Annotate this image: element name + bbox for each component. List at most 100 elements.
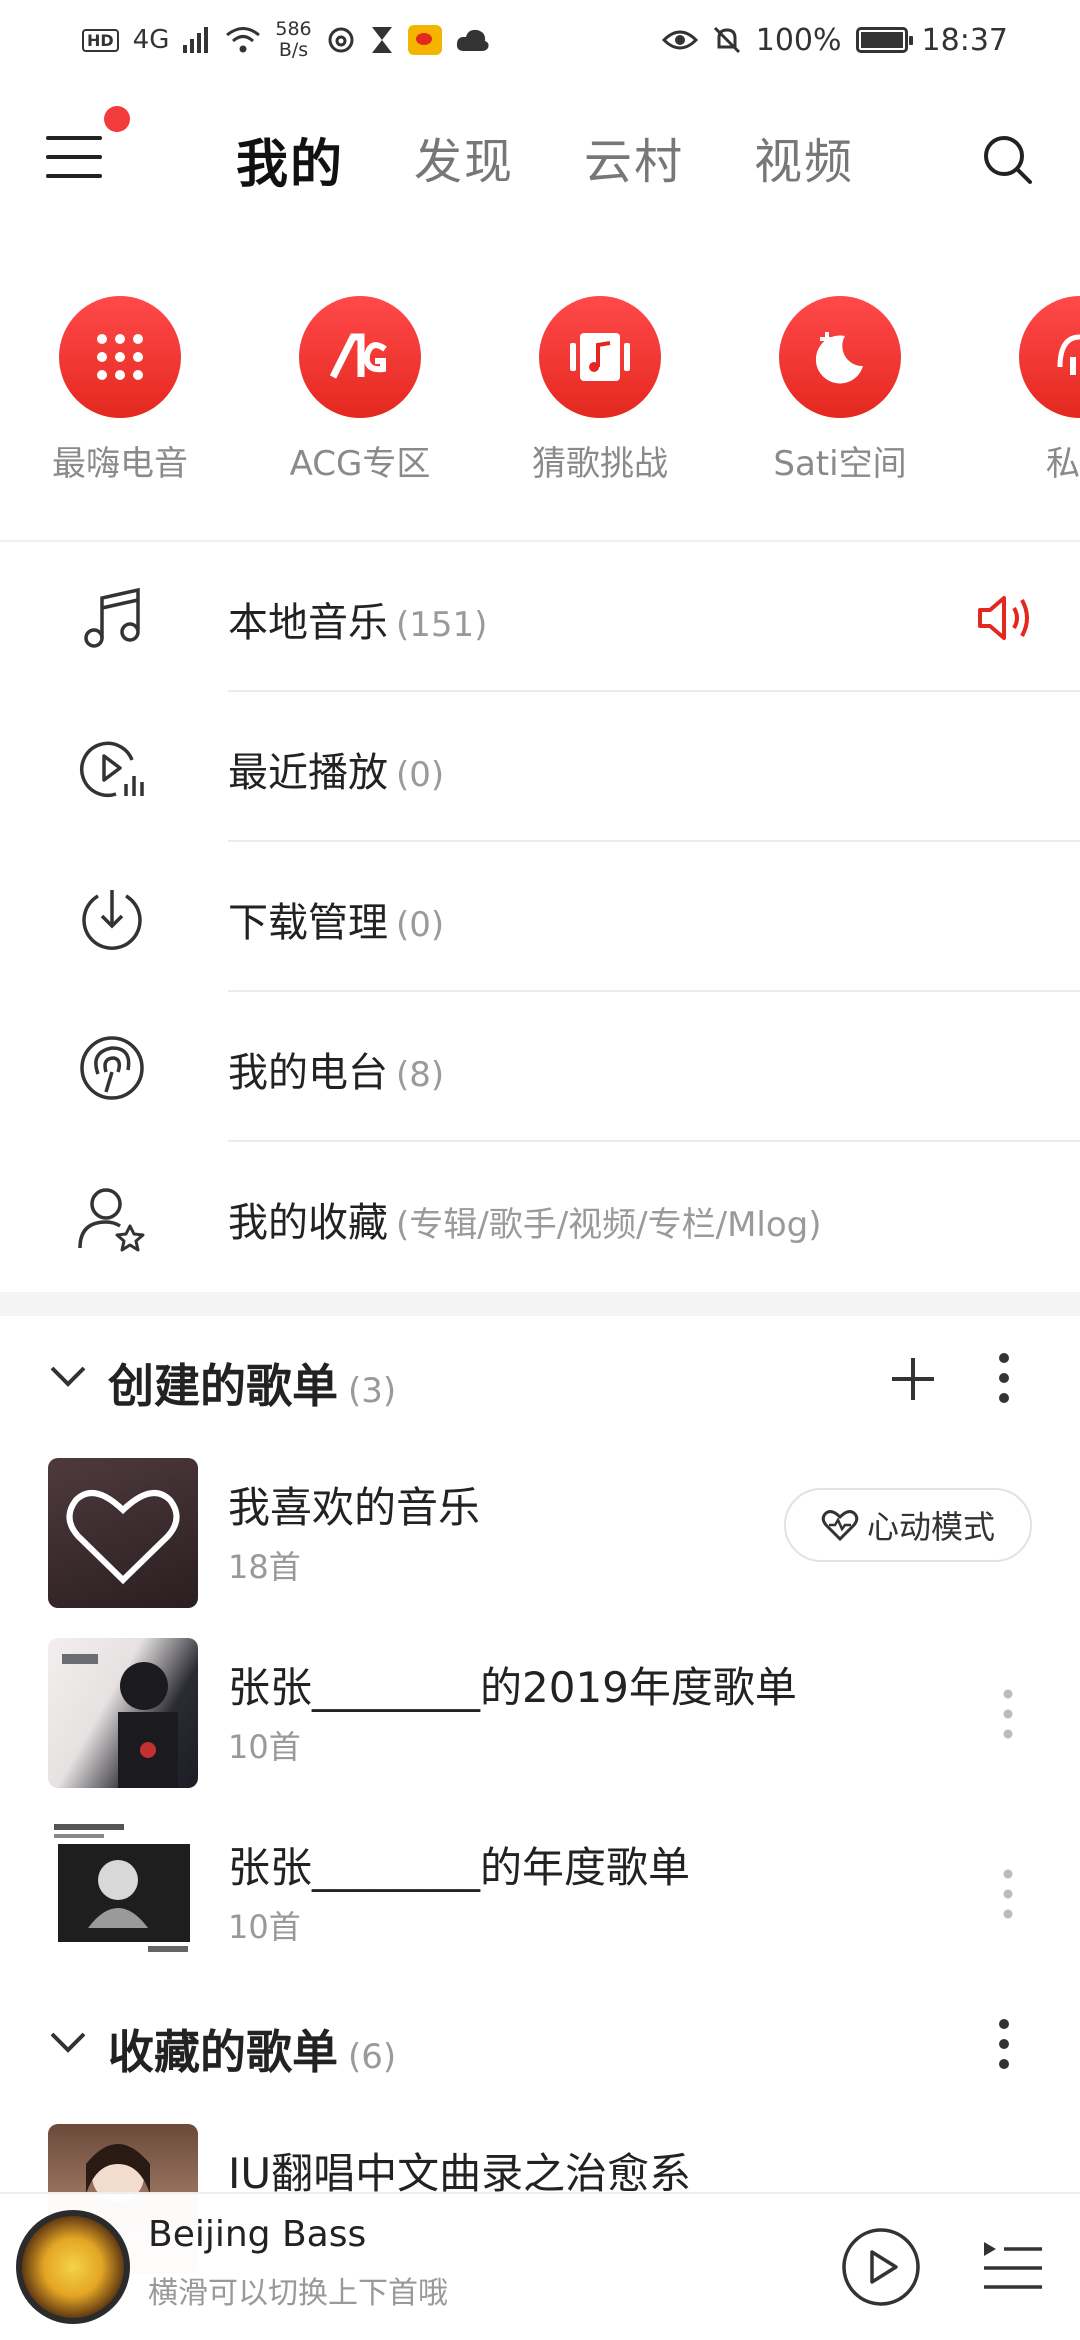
heart-icon — [66, 1489, 180, 1585]
clock: 18:37 — [921, 22, 1008, 58]
playlist-cover — [48, 1458, 198, 1608]
tab-cloud-village[interactable]: 云村 — [584, 122, 684, 197]
library-count: (0) — [396, 755, 445, 795]
network-speed: 586 B/s — [275, 19, 311, 61]
album-art[interactable] — [16, 2210, 130, 2324]
status-bar: HD 4G 586 B/s 100% 18:37 — [0, 0, 1080, 80]
notification-dot — [104, 106, 130, 132]
quick-entry-label: 私藏 — [1046, 444, 1080, 484]
cloud-icon — [456, 29, 489, 51]
download-icon — [82, 890, 142, 950]
library-title: 本地音乐 — [228, 600, 388, 646]
quick-entry-edm[interactable]: 最嗨电音 — [20, 296, 220, 485]
more-icon[interactable] — [998, 1864, 1018, 1924]
quick-entry-label: ACG专区 — [289, 444, 431, 484]
library-count: (专辑/歌手/视频/专栏/Mlog) — [396, 1205, 822, 1245]
battery-icon — [855, 27, 913, 53]
created-playlists-header[interactable]: 创建的歌单 (3) — [0, 1320, 1080, 1440]
heart-mode-button[interactable]: 心动模式 — [784, 1488, 1032, 1562]
music-card-icon — [539, 296, 661, 418]
library-title: 我的收藏 — [228, 1200, 388, 1246]
library-downloads[interactable]: 下载管理 (0) — [0, 842, 1080, 992]
section-title: 创建的歌单 (3) — [108, 1350, 396, 1416]
tab-video[interactable]: 视频 — [754, 122, 854, 197]
section-title-text: 创建的歌单 — [108, 1359, 338, 1413]
user-star-icon — [78, 1188, 145, 1252]
recent-play-icon — [80, 741, 144, 798]
player-hint: 横滑可以切换上下首哦 — [148, 2276, 448, 2311]
library-my-radio[interactable]: 我的电台 (8) — [0, 992, 1080, 1142]
song-title: Beijing Bass — [148, 2214, 367, 2255]
section-count: (3) — [348, 1371, 397, 1411]
section-title-text: 收藏的歌单 — [108, 2025, 338, 2079]
quick-entry-private[interactable]: 私藏 — [980, 296, 1080, 485]
playlist-row-2019[interactable]: 张张________的2019年度歌单 10首 — [0, 1614, 1080, 1794]
search-icon[interactable] — [980, 132, 1036, 188]
chevron-down-icon[interactable] — [48, 1364, 88, 1390]
library-local-music[interactable]: 本地音乐 (151) — [0, 542, 1080, 692]
library-label: 本地音乐 (151) — [228, 590, 487, 648]
more-icon[interactable] — [998, 1684, 1018, 1744]
netease-icon — [328, 27, 354, 53]
more-icon[interactable] — [996, 1350, 1012, 1406]
speed-value: 586 — [275, 18, 312, 40]
quick-entry-label: 最嗨电音 — [52, 444, 188, 484]
library-recent-play[interactable]: 最近播放 (0) — [0, 692, 1080, 842]
playlist-row-liked[interactable]: 我喜欢的音乐 18首 心动模式 — [0, 1434, 1080, 1614]
playlist-name: 我喜欢的音乐 — [228, 1483, 481, 1532]
play-button[interactable] — [840, 2226, 922, 2308]
library-list: 本地音乐 (151) 最近播放 (0) 下载管理 (0) 我的电台 (8) 我的收藏 (专… — [0, 542, 1080, 1292]
mute-bell-icon — [713, 26, 740, 54]
hourglass-icon — [371, 27, 392, 53]
library-title: 下载管理 — [228, 900, 388, 946]
playlist-cover — [48, 1638, 198, 1788]
library-count: (0) — [396, 905, 445, 945]
playlist-name: 张张________的年度歌单 — [228, 1843, 691, 1892]
quick-entries: 最嗨电音 ACG专区 猜歌挑战 Sati空间 私藏 — [0, 290, 1080, 490]
tab-mine[interactable]: 我的 — [236, 122, 344, 197]
library-title: 最近播放 — [228, 750, 388, 796]
signal-icon — [183, 27, 209, 53]
add-playlist-button[interactable] — [888, 1354, 938, 1404]
battery-percent: 100% — [755, 22, 842, 58]
hd-icon: HD — [82, 28, 119, 52]
speed-unit: B/s — [278, 39, 309, 61]
favorite-playlists-header[interactable]: 收藏的歌单 (6) — [0, 1986, 1080, 2106]
chevron-down-icon[interactable] — [48, 2030, 88, 2056]
eye-icon — [661, 30, 698, 50]
library-label: 我的收藏 (专辑/歌手/视频/专栏/Mlog) — [228, 1190, 822, 1248]
private-radio-icon — [1019, 296, 1080, 418]
playlist-cover — [48, 1818, 198, 1968]
playlist-count: 10首 — [228, 1908, 301, 1946]
playlist-count: 10首 — [228, 1728, 301, 1766]
music-note-icon — [84, 587, 140, 648]
section-title: 收藏的歌单 (6) — [108, 2016, 396, 2082]
main-tabs: 我的 发现 云村 视频 — [236, 122, 854, 197]
menu-button[interactable] — [46, 136, 102, 180]
quick-entry-label: 猜歌挑战 — [532, 444, 668, 484]
playlist-row-annual[interactable]: 张张________的年度歌单 10首 — [0, 1794, 1080, 1974]
acg-logo-icon — [299, 296, 421, 418]
wifi-icon — [226, 27, 261, 53]
top-nav: 我的 发现 云村 视频 — [0, 80, 1080, 240]
library-label: 最近播放 (0) — [228, 740, 444, 798]
tab-discover[interactable]: 发现 — [414, 122, 514, 197]
quick-entry-sati[interactable]: Sati空间 — [740, 296, 940, 485]
speaker-icon[interactable] — [976, 592, 1034, 644]
more-icon[interactable] — [996, 2016, 1012, 2072]
section-gap — [0, 1292, 1080, 1316]
radio-icon — [80, 1036, 144, 1100]
section-count: (6) — [348, 2037, 397, 2077]
playlist-icon[interactable] — [982, 2240, 1044, 2294]
library-count: (151) — [396, 605, 488, 645]
library-title: 我的电台 — [228, 1050, 388, 1096]
library-label: 下载管理 (0) — [228, 890, 444, 948]
dots-grid-icon — [59, 296, 181, 418]
quick-entry-label: Sati空间 — [773, 444, 907, 484]
library-favorites[interactable]: 我的收藏 (专辑/歌手/视频/专栏/Mlog) — [0, 1142, 1080, 1292]
heart-mode-label: 心动模式 — [866, 1508, 995, 1546]
mini-player[interactable]: Beijing Bass 横滑可以切换上下首哦 — [0, 2192, 1080, 2340]
quick-entry-guess-song[interactable]: 猜歌挑战 — [500, 296, 700, 485]
weibo-icon — [407, 25, 442, 55]
quick-entry-acg[interactable]: ACG专区 — [260, 296, 460, 485]
